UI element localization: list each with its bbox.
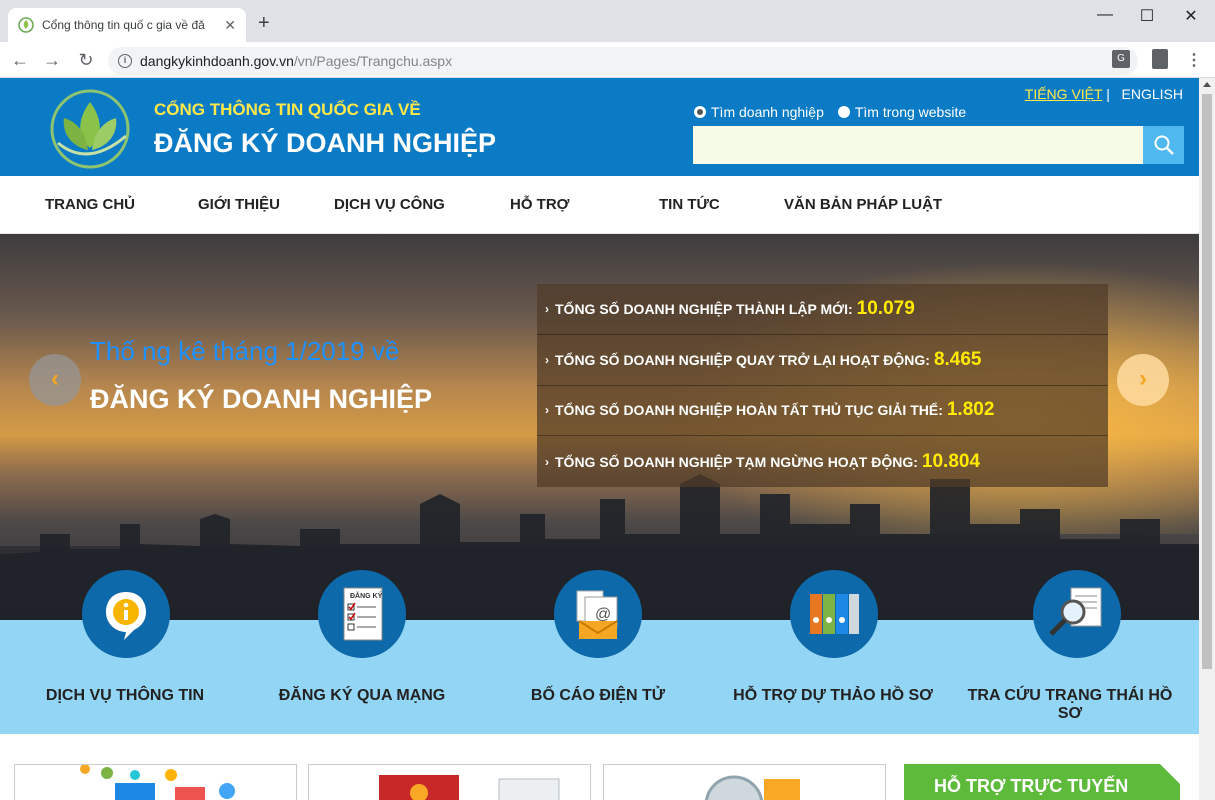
chevron-right-icon: › [545, 301, 549, 316]
checklist-icon: ĐĂNG KÝ [343, 587, 383, 641]
nav-about[interactable]: GIỚI THIỆU [198, 196, 280, 213]
close-window-icon[interactable]: ✕ [1176, 6, 1206, 26]
maximize-icon[interactable]: ☐ [1132, 6, 1162, 26]
main-navigation: TRANG CHỦ GIỚI THIỆU DỊCH VỤ CÔNG HỖ TRỢ… [0, 176, 1199, 234]
news-card-image [80, 765, 235, 800]
site-logo-icon[interactable] [48, 88, 132, 170]
service-draft-support-button[interactable] [790, 570, 878, 658]
service-online-registration-button[interactable]: ĐĂNG KÝ [318, 570, 406, 658]
tab-title: Cổng thông tin quố c gia về đă [42, 18, 205, 32]
url-path: /vn/Pages/Trangchu.aspx [293, 53, 453, 69]
nav-public-services[interactable]: DỊCH VỤ CÔNG [334, 196, 445, 213]
site-info-icon[interactable]: i [118, 54, 132, 68]
stat-row[interactable]: › TỔNG SỐ DOANH NGHIỆP TẠM NGỪNG HOẠT ĐỘ… [537, 436, 1108, 487]
nav-news[interactable]: TIN TỨC [659, 196, 720, 213]
lang-vietnamese-link[interactable]: TIẾNG VIỆT [1025, 86, 1103, 102]
search-options: Tìm doanh nghiệp Tìm trong website [694, 104, 966, 120]
nav-legal-documents[interactable]: VĂN BẢN PHÁP LUẬT [784, 196, 942, 213]
radio-unselected-icon[interactable] [837, 106, 850, 118]
stat-row[interactable]: › TỔNG SỐ DOANH NGHIỆP QUAY TRỞ LẠI HOẠT… [537, 335, 1108, 386]
stats-heading: ĐĂNG KÝ DOANH NGHIỆP [90, 384, 433, 414]
stat-label: TỔNG SỐ DOANH NGHIỆP HOÀN TẤT THỦ TỤC GI… [555, 402, 943, 419]
back-icon[interactable]: ← [8, 48, 32, 72]
banner-carousel: Thố ng kê tháng 1/2019 về ĐĂNG KÝ DOANH … [0, 234, 1199, 620]
stats-intro: Thố ng kê tháng 1/2019 về [90, 336, 400, 366]
extension-icon[interactable] [1152, 49, 1168, 69]
online-support-card[interactable]: HỖ TRỢ TRỰC TUYẾN [904, 764, 1180, 800]
news-card-image [704, 775, 800, 800]
service-e-notice-button[interactable]: @ [554, 570, 642, 658]
news-card[interactable] [14, 764, 297, 800]
browser-tab-bar: Cổng thông tin quố c gia về đă ✕ + — ☐ ✕ [0, 0, 1215, 42]
checklist-icon-text: ĐĂNG KÝ [350, 591, 383, 600]
chevron-right-icon: › [545, 454, 549, 469]
news-card-image [379, 775, 560, 800]
site-favicon-icon [18, 17, 34, 33]
nav-support[interactable]: HỖ TRỢ [510, 196, 569, 213]
address-bar[interactable]: i dangkykinhdoanh.gov.vn /vn/Pages/Trang… [108, 47, 1138, 75]
lang-english-link[interactable]: ENGLISH [1122, 86, 1183, 102]
new-tab-icon[interactable]: + [258, 12, 270, 35]
translate-icon[interactable]: G [1112, 50, 1130, 68]
browser-menu-icon[interactable]: ⋮ [1186, 50, 1202, 70]
binders-icon [810, 594, 859, 634]
chevron-right-icon: › [545, 403, 549, 418]
service-label[interactable]: TRA CỨU TRẠNG THÁI HỒ SƠ [958, 687, 1182, 723]
language-switcher: TIẾNG VIỆT | ENGLISH [1025, 86, 1183, 102]
news-card[interactable] [603, 764, 886, 800]
tab-close-icon[interactable]: ✕ [224, 17, 236, 34]
stats-panel: › TỔNG SỐ DOANH NGHIỆP THÀNH LẬP MỚI: 10… [537, 284, 1108, 487]
stat-value: 10.804 [921, 450, 981, 472]
search-option-website-label: Tìm trong website [854, 104, 967, 120]
search-option-website[interactable]: Tìm trong website [837, 104, 967, 120]
site-header: CỔNG THÔNG TIN QUỐC GIA VỀ ĐĂNG KÝ DOANH… [0, 78, 1199, 176]
page-scrollbar[interactable] [1199, 78, 1215, 800]
corner-fold-icon [1160, 764, 1180, 784]
service-info-button[interactable] [82, 570, 170, 658]
search-option-business-label: Tìm doanh nghiệp [711, 104, 824, 120]
magnifier-document-icon [1049, 587, 1102, 636]
scroll-up-icon[interactable] [1203, 82, 1211, 87]
browser-toolbar: ← → ↻ i dangkykinhdoanh.gov.vn /vn/Pages… [0, 42, 1215, 78]
search-input[interactable] [693, 126, 1143, 164]
stat-value: 8.465 [933, 348, 982, 370]
carousel-prev-button[interactable]: ‹ [29, 354, 81, 406]
stat-label: TỔNG SỐ DOANH NGHIỆP THÀNH LẬP MỚI: [555, 300, 853, 317]
site-title: ĐĂNG KÝ DOANH NGHIỆP [154, 128, 497, 158]
stat-label: TỔNG SỐ DOANH NGHIỆP QUAY TRỞ LẠI HOẠT Đ… [555, 351, 930, 368]
stat-value: 10.079 [856, 297, 915, 319]
search-button[interactable] [1143, 126, 1184, 164]
carousel-next-button[interactable]: › [1117, 354, 1169, 406]
radio-selected-icon[interactable] [694, 106, 706, 118]
browser-tab[interactable]: Cổng thông tin quố c gia về đă ✕ [8, 8, 246, 42]
service-label[interactable]: HỖ TRỢ DỰ THẢO HỒ SƠ [728, 687, 938, 705]
info-icon [106, 592, 146, 640]
service-label[interactable]: BỐ CÁO ĐIỆN TỬ [508, 687, 688, 705]
chevron-right-icon: › [545, 352, 549, 367]
email-icon: @ [576, 590, 618, 639]
nav-home[interactable]: TRANG CHỦ [45, 196, 135, 213]
reload-icon[interactable]: ↻ [74, 48, 98, 72]
scrollbar-thumb[interactable] [1202, 94, 1212, 669]
stat-row[interactable]: › TỔNG SỐ DOANH NGHIỆP HOÀN TẤT THỦ TỤC … [537, 386, 1108, 437]
stat-value: 1.802 [946, 399, 995, 421]
search-icon [1154, 135, 1174, 155]
web-page: CỔNG THÔNG TIN QUỐC GIA VỀ ĐĂNG KÝ DOANH… [0, 78, 1199, 800]
stat-row[interactable]: › TỔNG SỐ DOANH NGHIỆP THÀNH LẬP MỚI: 10… [537, 284, 1108, 335]
minimize-icon[interactable]: — [1090, 6, 1120, 24]
site-subtitle: CỔNG THÔNG TIN QUỐC GIA VỀ [154, 100, 421, 119]
svg-text:@: @ [595, 606, 611, 623]
url-host: dangkykinhdoanh.gov.vn [140, 53, 294, 69]
service-status-lookup-button[interactable] [1033, 570, 1121, 658]
service-label[interactable]: ĐĂNG KÝ QUA MẠNG [262, 687, 462, 705]
online-support-title: HỖ TRỢ TRỰC TUYẾN [934, 776, 1129, 796]
service-label[interactable]: DỊCH VỤ THÔNG TIN [30, 687, 220, 705]
news-card[interactable] [308, 764, 591, 800]
lang-separator: | [1106, 86, 1110, 102]
search-option-business[interactable]: Tìm doanh nghiệp [694, 104, 824, 120]
stat-label: TỔNG SỐ DOANH NGHIỆP TẠM NGỪNG HOẠT ĐỘNG… [555, 453, 918, 470]
forward-icon[interactable]: → [40, 48, 64, 72]
